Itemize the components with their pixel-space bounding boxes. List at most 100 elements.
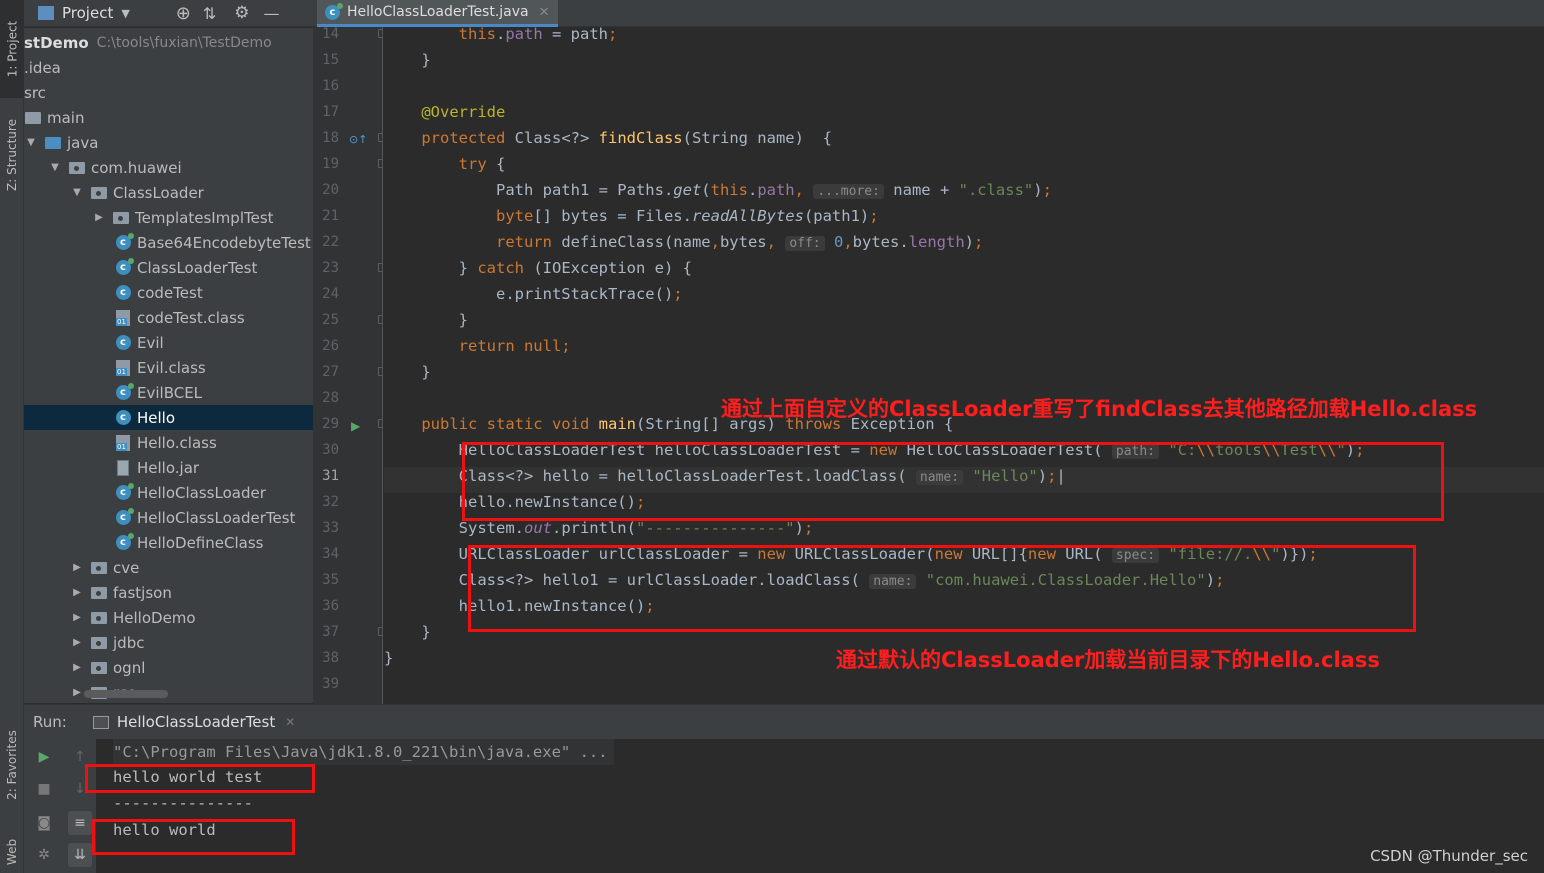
tree-item[interactable]: ▶ jdbc — [24, 630, 313, 655]
tree-item[interactable]: Hello.jar — [24, 455, 313, 480]
close-icon[interactable]: ✕ — [285, 715, 295, 729]
stop-icon[interactable]: ■ — [32, 777, 56, 801]
project-view-title[interactable]: Project — [62, 4, 113, 22]
tree-item[interactable]: src — [24, 80, 313, 105]
expand-arrow-icon[interactable]: ▼ — [70, 187, 84, 198]
tree-item-label: ClassLoaderTest — [137, 258, 258, 277]
project-panel-header: Project ▼ ⊕ ⇅ ⚙ — — [24, 0, 313, 27]
fold-marker[interactable] — [378, 419, 382, 428]
tree-item[interactable]: c ClassLoaderTest — [24, 255, 313, 280]
class-icon: c — [114, 508, 134, 526]
tree-item-label: HelloDemo — [113, 608, 196, 627]
tree-item[interactable]: c codeTest — [24, 280, 313, 305]
tree-item[interactable]: ▶ TemplatesImplTest — [24, 205, 313, 230]
tree-item[interactable]: Hello.class — [24, 430, 313, 455]
class-file-icon — [114, 309, 132, 326]
settings-icon[interactable]: ✲ — [32, 843, 56, 867]
tree-item[interactable]: Evil.class — [24, 355, 313, 380]
tree-item-label: ClassLoader — [113, 183, 204, 202]
fold-marker[interactable] — [378, 29, 382, 38]
tree-item[interactable]: .idea — [24, 55, 313, 80]
expand-arrow-icon[interactable]: ▼ — [48, 162, 62, 173]
tree-root[interactable]: stDemo C:\tools\fuxian\TestDemo — [24, 30, 313, 55]
tab-hello-class-loader-test[interactable]: c HelloClassLoaderTest.java ✕ — [317, 0, 558, 27]
tree-item[interactable]: ▶ cve — [24, 555, 313, 580]
hide-icon[interactable]: — — [264, 4, 280, 23]
collapse-icon[interactable]: ⇅ — [203, 4, 216, 23]
tree-item[interactable]: ▼ java — [24, 130, 313, 155]
tree-item-label: fastjson — [113, 583, 172, 602]
run-panel-header: Run: HelloClassLoaderTest ✕ — [24, 704, 1544, 739]
line-number: 28 — [322, 390, 339, 406]
tree-item-label: cve — [113, 558, 140, 577]
tree-item[interactable]: ▶ fastjson — [24, 580, 313, 605]
class-icon: c — [114, 410, 132, 426]
fold-marker[interactable] — [378, 133, 382, 142]
code-line: } — [384, 623, 431, 641]
expand-arrow-icon[interactable]: ▶ — [70, 612, 84, 623]
run-tab[interactable]: HelloClassLoaderTest — [117, 713, 275, 731]
code-line: Path path1 = Paths.get(this.path, ...mor… — [384, 181, 1052, 199]
rerun-icon[interactable]: ▶ — [32, 745, 56, 769]
console-output[interactable]: "C:\Program Files\Java\jdk1.8.0_221\bin\… — [85, 739, 1544, 873]
fold-marker[interactable] — [378, 315, 382, 324]
web-tool-tab[interactable]: Web — [0, 832, 24, 872]
line-number: 15 — [322, 52, 339, 68]
tree-item[interactable]: ▶rce — [24, 680, 313, 703]
tree-item-selected[interactable]: c Hello — [24, 405, 313, 430]
fold-marker[interactable] — [378, 263, 382, 272]
line-number: 33 — [322, 520, 339, 536]
favorites-tool-tab-label: 2: Favorites — [5, 730, 20, 800]
tree-item[interactable]: c Evil — [24, 330, 313, 355]
tree-item[interactable]: ▶ ognl — [24, 655, 313, 680]
tree-item[interactable]: c HelloDefineClass — [24, 530, 313, 555]
structure-tool-tab[interactable]: Z: Structure — [0, 105, 24, 205]
expand-arrow-icon[interactable]: ▶ — [70, 662, 84, 673]
code-line: byte[] bytes = Files.readAllBytes(path1)… — [495, 207, 879, 225]
code-line: } catch (IOException e) { — [384, 259, 692, 277]
override-icon[interactable]: ⊙↑ — [349, 133, 367, 146]
package-icon — [90, 585, 108, 601]
tree-item[interactable]: main — [24, 105, 313, 130]
tree-item-label: Base64EncodebyteTest — [137, 233, 311, 252]
line-number: 31 — [322, 468, 339, 484]
tree-horizontal-scrollbar[interactable] — [84, 690, 168, 698]
tree-item[interactable]: c Base64EncodebyteTest — [24, 230, 313, 255]
expand-arrow-icon[interactable]: ▼ — [24, 137, 38, 148]
scroll-to-end-icon[interactable]: ⇊ — [68, 843, 92, 867]
line-number: 34 — [322, 546, 339, 562]
package-icon — [90, 185, 108, 201]
gear-icon[interactable]: ⚙ — [234, 3, 249, 23]
tree-item[interactable]: ▼ ClassLoader — [24, 180, 313, 205]
fold-marker[interactable] — [378, 627, 382, 636]
locate-icon[interactable]: ⊕ — [176, 3, 191, 24]
soft-wrap-icon[interactable]: ≡ — [68, 811, 92, 835]
package-icon — [90, 635, 108, 651]
tree-item[interactable]: codeTest.class — [24, 305, 313, 330]
close-icon[interactable]: ✕ — [539, 5, 550, 20]
camera-icon[interactable]: ◙ — [32, 811, 56, 835]
expand-arrow-icon[interactable]: ▶ — [92, 212, 106, 223]
fold-marker[interactable] — [378, 367, 382, 376]
code-line: } — [384, 649, 394, 667]
expand-arrow-icon[interactable]: ▶ — [70, 562, 84, 573]
tree-item[interactable]: ▼ com.huawei — [24, 155, 313, 180]
tree-item[interactable]: c HelloClassLoader — [24, 480, 313, 505]
expand-arrow-icon[interactable]: ▶ — [70, 587, 84, 598]
tree-item[interactable]: ▶ HelloDemo — [24, 605, 313, 630]
fold-marker[interactable] — [378, 159, 382, 168]
expand-arrow-icon[interactable]: ▶ — [70, 687, 84, 698]
line-number: 14 — [322, 27, 339, 42]
ide-window: 1: Project Z: Structure 2: Favorites Web… — [0, 0, 1544, 873]
project-tool-tab[interactable]: 1: Project — [0, 0, 24, 98]
favorites-tool-tab[interactable]: 2: Favorites — [0, 715, 24, 815]
line-number: 37 — [322, 624, 339, 640]
tree-item[interactable]: c EvilBCEL — [24, 380, 313, 405]
expand-arrow-icon[interactable]: ▶ — [70, 637, 84, 648]
run-icon[interactable]: ▶ — [351, 419, 360, 433]
project-tree: stDemo C:\tools\fuxian\TestDemo .idea sr… — [24, 28, 313, 703]
chevron-down-icon[interactable]: ▼ — [121, 7, 129, 20]
tree-item-label: ognl — [113, 658, 146, 677]
tree-item[interactable]: c HelloClassLoaderTest — [24, 505, 313, 530]
code-editor[interactable]: this.path = path; } @Override protected … — [384, 27, 1544, 704]
